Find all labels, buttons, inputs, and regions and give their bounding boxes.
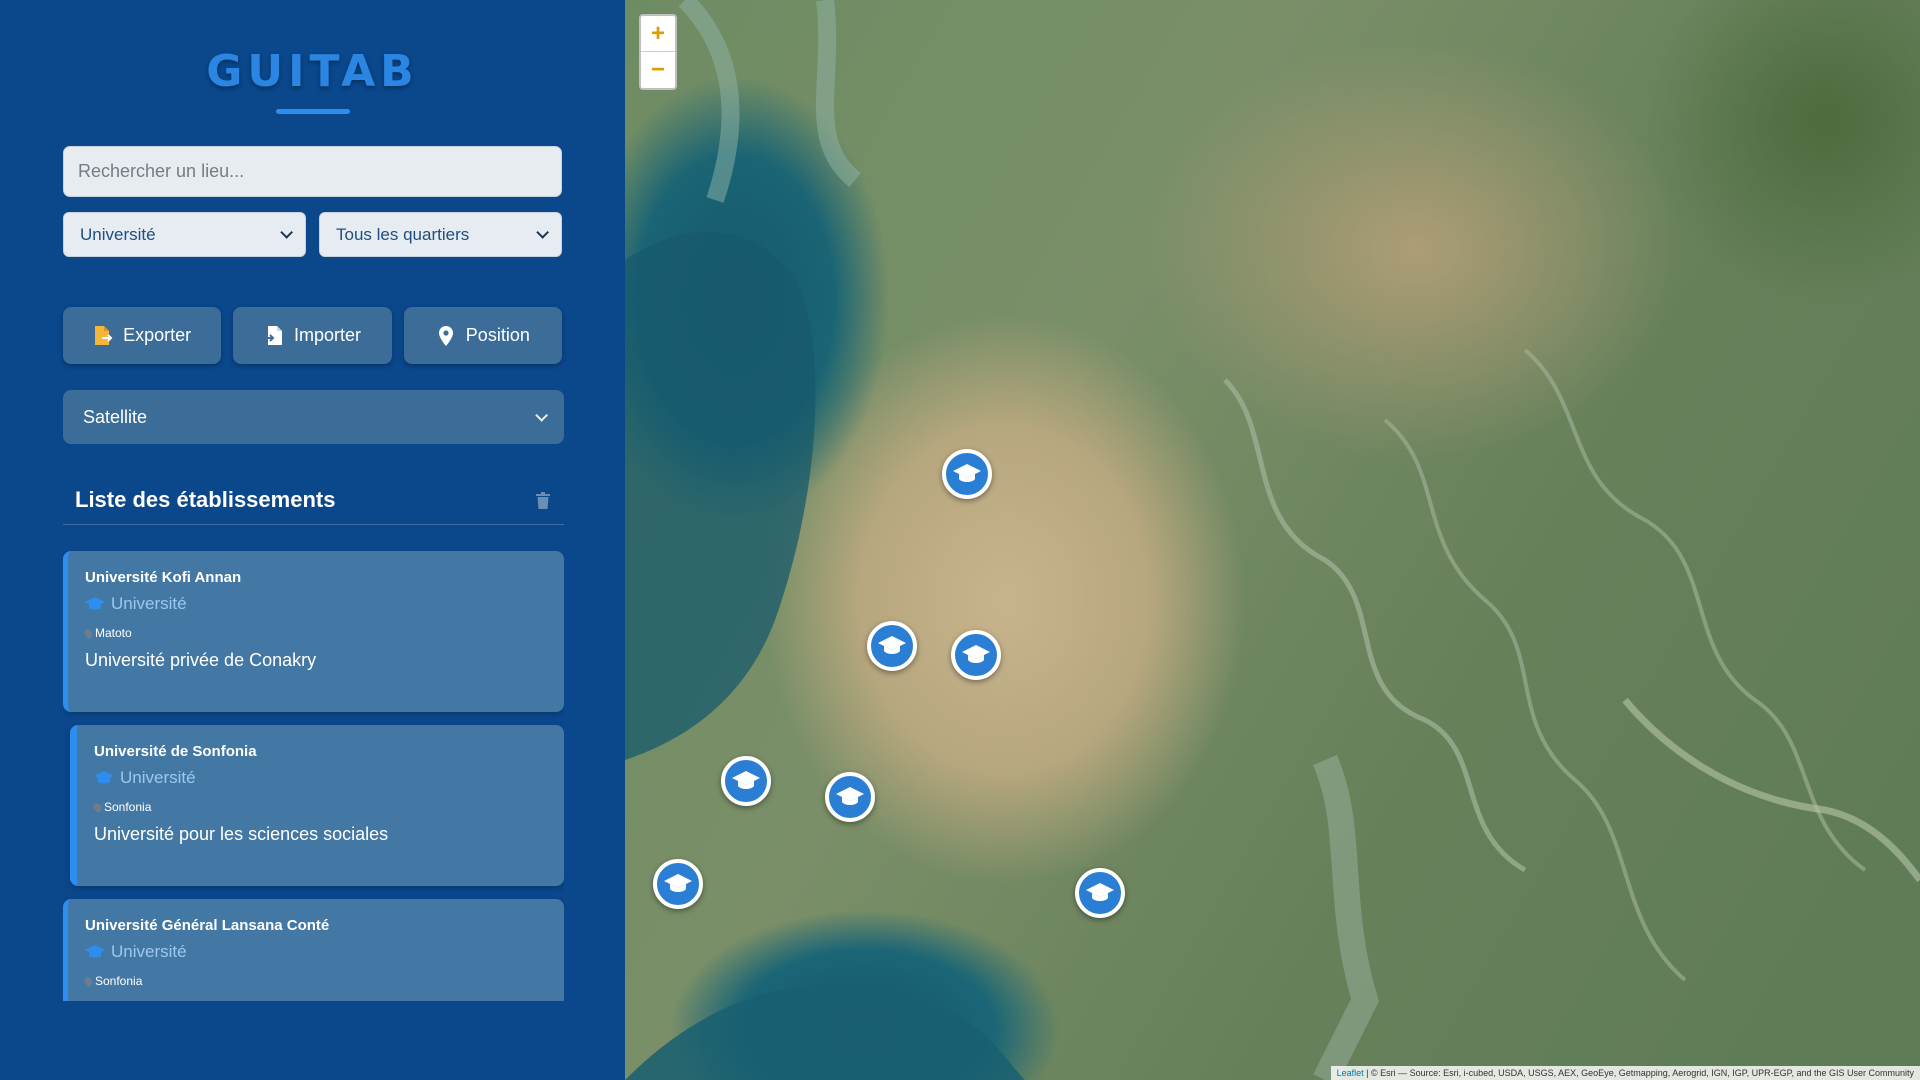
- trash-icon[interactable]: [536, 491, 550, 509]
- import-label: Importer: [293, 325, 361, 345]
- graduation-cap-icon: [836, 787, 864, 805]
- item-location-label: Matoto: [95, 626, 132, 640]
- file-import-icon: [263, 325, 282, 345]
- logo-underline: [275, 109, 350, 114]
- quarter-select[interactable]: Tous les quartiers: [319, 212, 562, 257]
- search-input[interactable]: [63, 146, 562, 197]
- action-buttons: Exporter Importer Position: [63, 307, 562, 364]
- map-marker[interactable]: [867, 621, 917, 671]
- zoom-out-button[interactable]: −: [641, 52, 675, 88]
- graduation-cap-icon: [85, 597, 105, 610]
- quarter-select-value: Tous les quartiers: [336, 224, 470, 244]
- list-title: Liste des établissements: [75, 487, 336, 512]
- sidebar: GUITAB Université Tous les quartiers Exp…: [0, 0, 625, 1080]
- file-export-icon: [95, 325, 113, 345]
- item-description: Université privée de Conakry: [85, 650, 317, 670]
- list-item[interactable]: Université Général Lansana Conté Univers…: [63, 899, 564, 1001]
- item-type: Université: [85, 942, 546, 962]
- zoom-in-button[interactable]: +: [641, 16, 675, 52]
- map-attribution: Leaflet | © Esri — Source: Esri, i-cubed…: [1330, 1066, 1920, 1080]
- map-marker[interactable]: [1075, 868, 1125, 918]
- chevron-down-icon: [536, 226, 549, 239]
- leaflet-link[interactable]: Leaflet: [1337, 1068, 1364, 1078]
- list-header: Liste des établissements: [63, 484, 564, 525]
- chevron-down-icon: [280, 226, 293, 239]
- satellite-terrain: [625, 0, 1920, 1080]
- graduation-cap-icon: [878, 636, 906, 654]
- map-pin-icon: [438, 325, 453, 346]
- chevron-down-icon: [535, 408, 548, 422]
- export-button[interactable]: Exporter: [63, 307, 222, 364]
- item-type-label: Université: [111, 942, 187, 961]
- graduation-cap-icon: [962, 645, 990, 663]
- item-location-label: Sonfonia: [104, 800, 152, 814]
- list-item[interactable]: Université Kofi Annan Université Matoto …: [63, 551, 564, 712]
- category-select-value: Université: [80, 224, 156, 244]
- item-name: Université de Sonfonia: [94, 743, 257, 760]
- item-description: Université pour les sciences sociales: [94, 824, 389, 844]
- map-marker[interactable]: [942, 449, 992, 499]
- position-button[interactable]: Position: [403, 307, 562, 364]
- import-button[interactable]: Importer: [233, 307, 392, 364]
- map-layer-select[interactable]: Satellite: [63, 390, 564, 444]
- item-type-label: Université: [120, 768, 196, 787]
- filters: Université Tous les quartiers: [63, 212, 562, 257]
- graduation-cap-icon: [1086, 883, 1114, 901]
- graduation-cap-icon: [85, 945, 105, 958]
- category-select[interactable]: Université: [63, 212, 306, 257]
- item-location: Matoto: [82, 626, 546, 640]
- establishment-list: Université Kofi Annan Université Matoto …: [63, 551, 564, 1001]
- map-marker[interactable]: [825, 772, 875, 822]
- item-location-label: Sonfonia: [95, 974, 143, 988]
- item-type: Université: [94, 768, 546, 788]
- map[interactable]: + − Leaflet | © Esri — Source: Esri, i-c…: [625, 0, 1920, 1080]
- location-pin-icon: [82, 975, 95, 987]
- map-layer-value: Satellite: [83, 406, 148, 427]
- map-marker[interactable]: [653, 859, 703, 909]
- attribution-text: | © Esri — Source: Esri, i-cubed, USDA, …: [1366, 1068, 1914, 1078]
- graduation-cap-icon: [664, 874, 692, 892]
- graduation-cap-icon: [732, 771, 760, 789]
- item-location: Sonfonia: [91, 800, 546, 814]
- position-label: Position: [465, 325, 530, 345]
- item-type-label: Université: [111, 594, 187, 613]
- map-marker[interactable]: [721, 756, 771, 806]
- location-pin-icon: [82, 627, 95, 639]
- location-pin-icon: [91, 801, 104, 813]
- item-name: Université Kofi Annan: [85, 569, 242, 586]
- export-label: Exporter: [123, 325, 192, 345]
- item-location: Sonfonia: [82, 974, 546, 988]
- zoom-controls: + −: [639, 14, 677, 90]
- app-logo: GUITAB: [206, 46, 419, 97]
- graduation-cap-icon: [953, 464, 981, 482]
- item-type: Université: [85, 594, 546, 614]
- item-name: Université Général Lansana Conté: [85, 917, 330, 934]
- graduation-cap-icon: [94, 771, 114, 784]
- map-marker[interactable]: [951, 630, 1001, 680]
- list-item[interactable]: Université de Sonfonia Université Sonfon…: [70, 725, 564, 886]
